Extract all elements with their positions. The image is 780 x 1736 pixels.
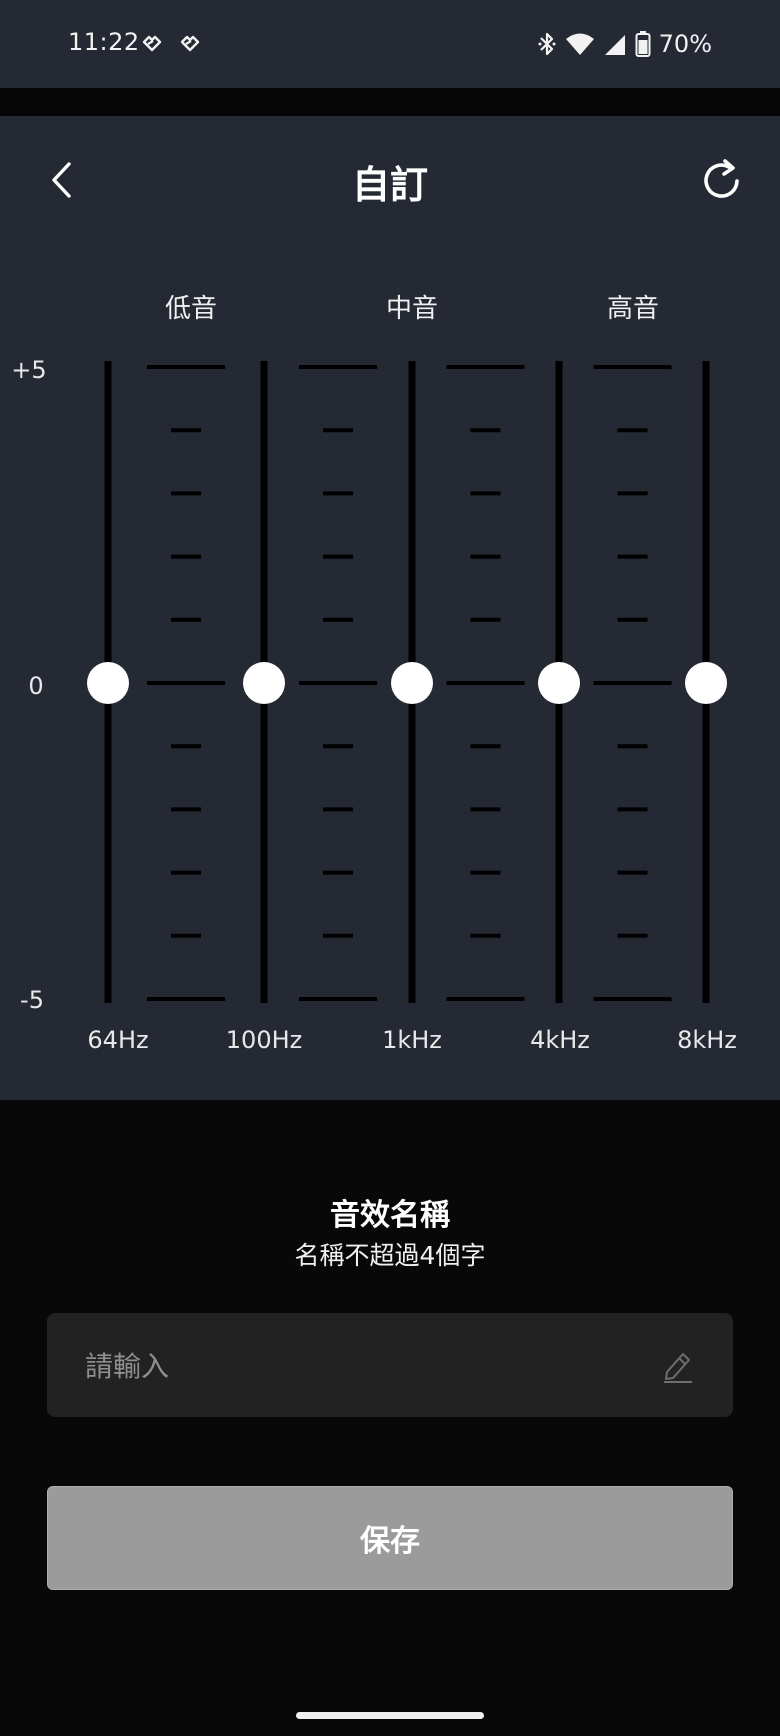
effect-name-input[interactable] — [83, 1313, 647, 1419]
battery-percentage: 70% — [658, 30, 712, 58]
freq-label-8khz: 8kHz — [677, 1026, 737, 1054]
status-bar: 11:22 70% — [0, 0, 780, 88]
wifi-icon — [565, 33, 594, 55]
freq-label-1khz: 1kHz — [382, 1026, 442, 1054]
pencil-icon[interactable] — [661, 1347, 695, 1383]
freq-label-100hz: 100Hz — [225, 1026, 303, 1054]
home-indicator[interactable] — [296, 1712, 484, 1719]
status-time: 11:22 — [68, 28, 140, 56]
battery-icon — [635, 31, 651, 57]
bluetooth-icon — [538, 32, 556, 56]
status-divider — [0, 88, 780, 116]
name-input-box[interactable] — [47, 1313, 733, 1419]
slider-knob-4khz[interactable] — [538, 662, 580, 704]
slider-knob-100hz[interactable] — [243, 662, 285, 704]
status-icons: 70% — [537, 28, 712, 60]
slider-knob-8khz[interactable] — [685, 662, 727, 704]
notification-icon — [180, 35, 200, 52]
equalizer-sliders — [87, 361, 727, 1003]
signal-icon — [604, 35, 625, 55]
freq-label-4khz: 4kHz — [530, 1026, 590, 1054]
notification-icon — [142, 35, 162, 52]
equalizer-panel: 自訂 低音 中音 高音 +5 0 -5 64Hz 100Hz 1kHz 4kHz… — [0, 116, 780, 1100]
slider-knob-64hz[interactable] — [87, 662, 129, 704]
effect-name-hint: 名稱不超過4個字 — [294, 1241, 486, 1270]
save-button[interactable]: 保存 — [47, 1486, 733, 1590]
slider-knob-1khz[interactable] — [391, 662, 433, 704]
effect-name-title: 音效名稱 — [330, 1198, 450, 1233]
freq-label-64hz: 64Hz — [87, 1026, 149, 1054]
